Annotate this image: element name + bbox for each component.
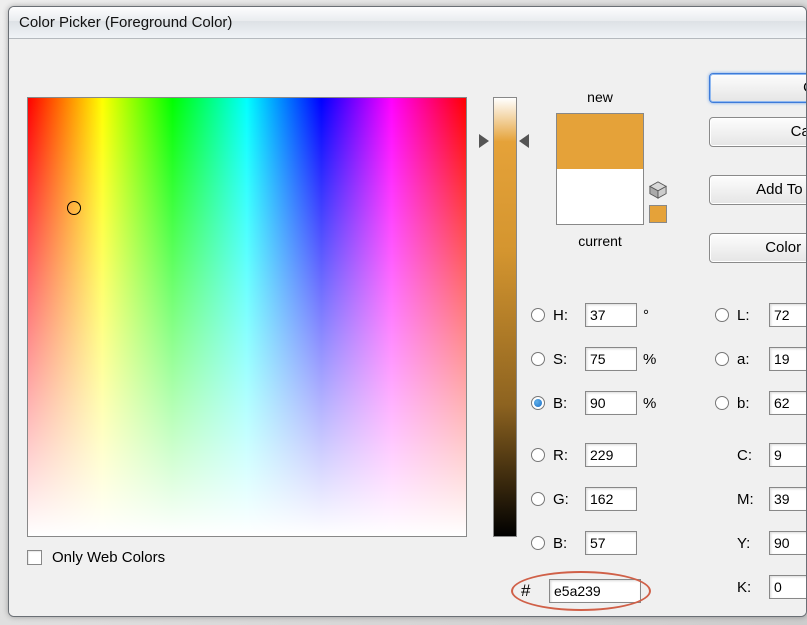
- a-radio[interactable]: [715, 352, 729, 366]
- a-row: a:: [715, 347, 807, 371]
- g-radio[interactable]: [531, 492, 545, 506]
- hue-radio[interactable]: [531, 308, 545, 322]
- color-field-cursor[interactable]: [67, 201, 81, 215]
- y-label: Y:: [737, 535, 763, 552]
- add-to-swatches-button[interactable]: Add To Swatches: [709, 175, 807, 205]
- lab-b-input[interactable]: [769, 391, 807, 415]
- b-row: B:: [531, 531, 643, 555]
- g-input[interactable]: [585, 487, 637, 511]
- bri-label: B:: [553, 395, 579, 412]
- swatch-preview: new current: [535, 89, 665, 257]
- hex-prefix: #: [521, 581, 543, 601]
- bri-unit: %: [643, 395, 661, 412]
- new-label: new: [535, 89, 665, 105]
- lab-b-label: b:: [737, 395, 763, 412]
- L-label: L:: [737, 307, 763, 324]
- b-label: B:: [553, 535, 579, 552]
- a-input[interactable]: [769, 347, 807, 371]
- dialog-content: new current OK Cancel Add To Swatches: [9, 39, 806, 616]
- a-label: a:: [737, 351, 763, 368]
- k-row: K:: [737, 575, 807, 599]
- c-label: C:: [737, 447, 763, 464]
- g-row: G:: [531, 487, 643, 511]
- bri-row: B: %: [531, 391, 661, 415]
- lab-b-radio[interactable]: [715, 396, 729, 410]
- sat-label: S:: [553, 351, 579, 368]
- hue-row: H: °: [531, 303, 661, 327]
- hue-input[interactable]: [585, 303, 637, 327]
- dialog-window: Color Picker (Foreground Color) new curr…: [8, 6, 807, 617]
- L-input[interactable]: [769, 303, 807, 327]
- brightness-slider-thumb[interactable]: [479, 134, 523, 148]
- web-colors-checkbox[interactable]: [27, 550, 42, 565]
- b-radio[interactable]: [531, 536, 545, 550]
- k-input[interactable]: [769, 575, 807, 599]
- ok-button[interactable]: OK: [709, 73, 807, 103]
- button-column: OK Cancel Add To Swatches Color Librarie…: [709, 73, 807, 277]
- r-label: R:: [553, 447, 579, 464]
- hex-row: #: [521, 579, 647, 603]
- y-row: Y:: [737, 531, 807, 555]
- g-label: G:: [553, 491, 579, 508]
- sat-unit: %: [643, 351, 661, 368]
- cube-icon[interactable]: [649, 181, 667, 199]
- m-input[interactable]: [769, 487, 807, 511]
- color-field[interactable]: [27, 97, 467, 537]
- window-title: Color Picker (Foreground Color): [19, 14, 232, 31]
- hue-unit: °: [643, 307, 661, 324]
- web-colors-label: Only Web Colors: [52, 549, 165, 566]
- color-libraries-button[interactable]: Color Libraries: [709, 233, 807, 263]
- k-label: K:: [737, 579, 763, 596]
- L-row: L:: [715, 303, 807, 327]
- b-input[interactable]: [585, 531, 637, 555]
- hue-label: H:: [553, 307, 579, 324]
- swatch-current[interactable]: [557, 169, 643, 224]
- swatch-box: [556, 113, 644, 225]
- cancel-button[interactable]: Cancel: [709, 117, 807, 147]
- c-row: C:: [737, 443, 807, 467]
- r-radio[interactable]: [531, 448, 545, 462]
- titlebar: Color Picker (Foreground Color): [9, 7, 806, 39]
- r-row: R:: [531, 443, 643, 467]
- L-radio[interactable]: [715, 308, 729, 322]
- sat-input[interactable]: [585, 347, 637, 371]
- swatch-new[interactable]: [557, 114, 643, 169]
- hex-input[interactable]: [549, 579, 641, 603]
- m-row: M:: [737, 487, 807, 511]
- c-input[interactable]: [769, 443, 807, 467]
- brightness-slider[interactable]: [479, 97, 523, 537]
- sat-row: S: %: [531, 347, 661, 371]
- mini-swatch[interactable]: [649, 205, 667, 223]
- bri-input[interactable]: [585, 391, 637, 415]
- y-input[interactable]: [769, 531, 807, 555]
- sat-radio[interactable]: [531, 352, 545, 366]
- bri-radio[interactable]: [531, 396, 545, 410]
- current-label: current: [535, 233, 665, 249]
- r-input[interactable]: [585, 443, 637, 467]
- brightness-slider-track: [493, 97, 517, 537]
- web-colors-row: Only Web Colors: [27, 549, 165, 566]
- lab-b-row: b:: [715, 391, 807, 415]
- m-label: M:: [737, 491, 763, 508]
